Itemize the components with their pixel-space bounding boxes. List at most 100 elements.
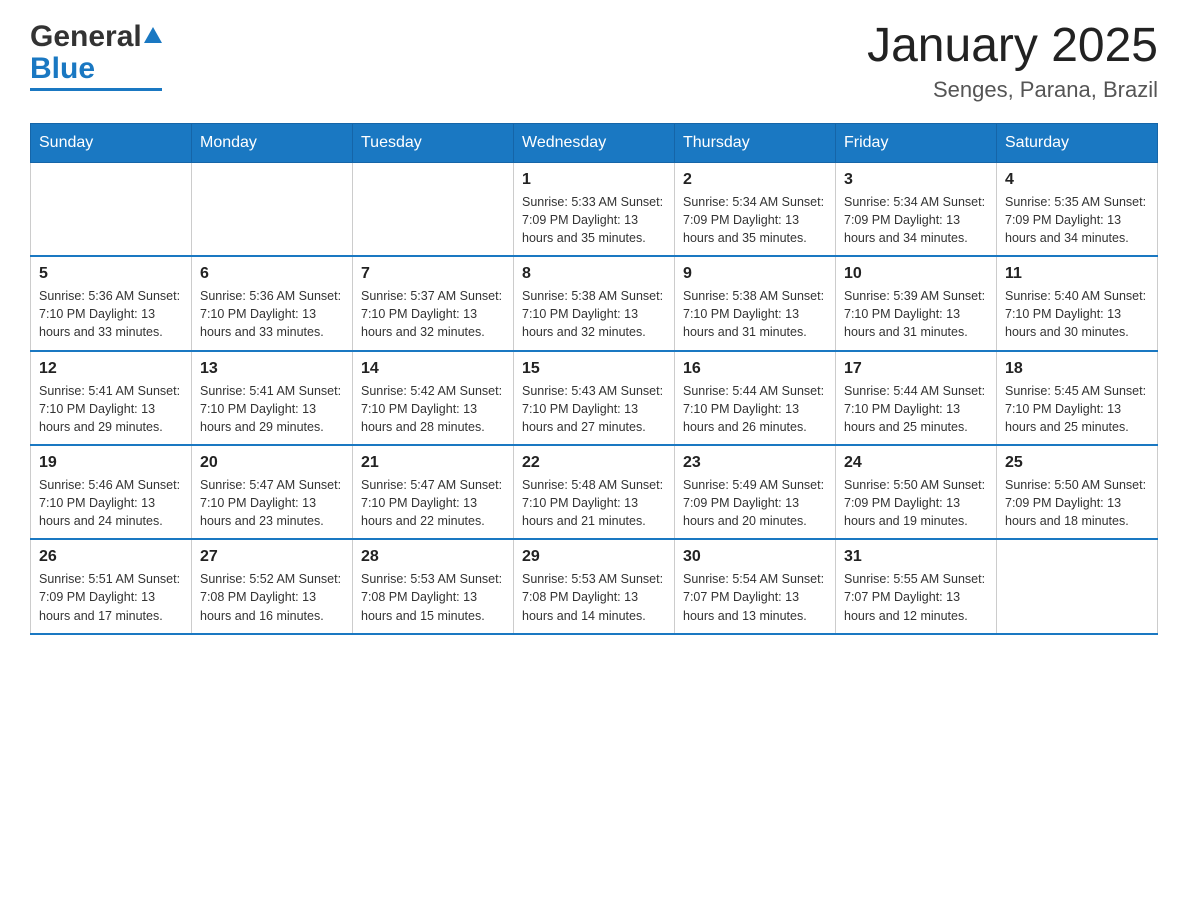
day-info: Sunrise: 5:53 AM Sunset: 7:08 PM Dayligh… (522, 570, 666, 624)
day-of-week-friday: Friday (836, 123, 997, 162)
day-info: Sunrise: 5:40 AM Sunset: 7:10 PM Dayligh… (1005, 287, 1149, 341)
day-info: Sunrise: 5:54 AM Sunset: 7:07 PM Dayligh… (683, 570, 827, 624)
day-number: 5 (39, 265, 183, 283)
day-number: 9 (683, 265, 827, 283)
calendar-cell: 19 Sunrise: 5:46 AM Sunset: 7:10 PM Dayli… (31, 445, 192, 539)
day-info: Sunrise: 5:41 AM Sunset: 7:10 PM Dayligh… (39, 382, 183, 436)
day-info: Sunrise: 5:38 AM Sunset: 7:10 PM Dayligh… (522, 287, 666, 341)
day-number: 20 (200, 454, 344, 472)
day-of-week-monday: Monday (192, 123, 353, 162)
day-of-week-saturday: Saturday (997, 123, 1158, 162)
day-number: 23 (683, 454, 827, 472)
day-number: 4 (1005, 171, 1149, 189)
calendar-cell: 29 Sunrise: 5:53 AM Sunset: 7:08 PM Dayli… (514, 539, 675, 633)
logo-general-text: General (30, 20, 142, 54)
calendar-cell: 6 Sunrise: 5:36 AM Sunset: 7:10 PM Daylig… (192, 256, 353, 350)
calendar-cell (192, 162, 353, 256)
page-header: General Blue January 2025 Senges, Parana… (30, 20, 1158, 103)
logo: General Blue (30, 20, 162, 91)
day-info: Sunrise: 5:36 AM Sunset: 7:10 PM Dayligh… (200, 287, 344, 341)
day-number: 16 (683, 360, 827, 378)
day-number: 3 (844, 171, 988, 189)
week-row-1: 1 Sunrise: 5:33 AM Sunset: 7:09 PM Daylig… (31, 162, 1158, 256)
day-number: 25 (1005, 454, 1149, 472)
day-number: 1 (522, 171, 666, 189)
calendar-cell (31, 162, 192, 256)
page-title: January 2025 (867, 20, 1158, 73)
calendar-header: SundayMondayTuesdayWednesdayThursdayFrid… (31, 123, 1158, 162)
week-row-4: 19 Sunrise: 5:46 AM Sunset: 7:10 PM Dayli… (31, 445, 1158, 539)
calendar-cell: 22 Sunrise: 5:48 AM Sunset: 7:10 PM Dayli… (514, 445, 675, 539)
day-number: 29 (522, 548, 666, 566)
calendar-cell: 26 Sunrise: 5:51 AM Sunset: 7:09 PM Dayli… (31, 539, 192, 633)
day-number: 26 (39, 548, 183, 566)
day-number: 18 (1005, 360, 1149, 378)
day-number: 28 (361, 548, 505, 566)
day-info: Sunrise: 5:49 AM Sunset: 7:09 PM Dayligh… (683, 476, 827, 530)
calendar-cell: 9 Sunrise: 5:38 AM Sunset: 7:10 PM Daylig… (675, 256, 836, 350)
calendar-cell: 13 Sunrise: 5:41 AM Sunset: 7:10 PM Dayli… (192, 351, 353, 445)
day-number: 6 (200, 265, 344, 283)
day-number: 19 (39, 454, 183, 472)
day-info: Sunrise: 5:35 AM Sunset: 7:09 PM Dayligh… (1005, 193, 1149, 247)
day-number: 31 (844, 548, 988, 566)
calendar-cell: 3 Sunrise: 5:34 AM Sunset: 7:09 PM Daylig… (836, 162, 997, 256)
calendar-cell (353, 162, 514, 256)
calendar-cell: 14 Sunrise: 5:42 AM Sunset: 7:10 PM Dayli… (353, 351, 514, 445)
day-number: 22 (522, 454, 666, 472)
calendar-cell: 2 Sunrise: 5:34 AM Sunset: 7:09 PM Daylig… (675, 162, 836, 256)
calendar-cell: 17 Sunrise: 5:44 AM Sunset: 7:10 PM Dayli… (836, 351, 997, 445)
day-info: Sunrise: 5:50 AM Sunset: 7:09 PM Dayligh… (844, 476, 988, 530)
day-info: Sunrise: 5:45 AM Sunset: 7:10 PM Dayligh… (1005, 382, 1149, 436)
calendar-cell: 31Sunrise: 5:55 AM Sunset: 7:07 PM Dayli… (836, 539, 997, 633)
day-number: 24 (844, 454, 988, 472)
calendar-cell: 23 Sunrise: 5:49 AM Sunset: 7:09 PM Dayli… (675, 445, 836, 539)
calendar-cell: 5Sunrise: 5:36 AM Sunset: 7:10 PM Daylig… (31, 256, 192, 350)
calendar-cell: 18 Sunrise: 5:45 AM Sunset: 7:10 PM Dayli… (997, 351, 1158, 445)
calendar-cell: 11 Sunrise: 5:40 AM Sunset: 7:10 PM Dayli… (997, 256, 1158, 350)
day-info: Sunrise: 5:50 AM Sunset: 7:09 PM Dayligh… (1005, 476, 1149, 530)
day-info: Sunrise: 5:44 AM Sunset: 7:10 PM Dayligh… (844, 382, 988, 436)
day-number: 13 (200, 360, 344, 378)
calendar-cell: 7 Sunrise: 5:37 AM Sunset: 7:10 PM Daylig… (353, 256, 514, 350)
calendar-cell: 20Sunrise: 5:47 AM Sunset: 7:10 PM Dayli… (192, 445, 353, 539)
day-info: Sunrise: 5:51 AM Sunset: 7:09 PM Dayligh… (39, 570, 183, 624)
calendar-cell: 25 Sunrise: 5:50 AM Sunset: 7:09 PM Dayli… (997, 445, 1158, 539)
calendar-cell: 8 Sunrise: 5:38 AM Sunset: 7:10 PM Daylig… (514, 256, 675, 350)
calendar-cell: 15Sunrise: 5:43 AM Sunset: 7:10 PM Dayli… (514, 351, 675, 445)
day-info: Sunrise: 5:42 AM Sunset: 7:10 PM Dayligh… (361, 382, 505, 436)
calendar-table: SundayMondayTuesdayWednesdayThursdayFrid… (30, 123, 1158, 635)
day-number: 10 (844, 265, 988, 283)
day-of-week-wednesday: Wednesday (514, 123, 675, 162)
week-row-2: 5 Sunrise: 5:36 AM Sunset: 7:10 PM Daylig… (31, 256, 1158, 350)
title-block: January 2025 Senges, Parana, Brazil (867, 20, 1158, 103)
calendar-body: 1 Sunrise: 5:33 AM Sunset: 7:09 PM Daylig… (31, 162, 1158, 633)
day-number: 17 (844, 360, 988, 378)
calendar-cell: 28Sunrise: 5:53 AM Sunset: 7:08 PM Dayli… (353, 539, 514, 633)
calendar-cell: 30 Sunrise: 5:54 AM Sunset: 7:07 PM Dayli… (675, 539, 836, 633)
day-info: Sunrise: 5:38 AM Sunset: 7:10 PM Dayligh… (683, 287, 827, 341)
day-number: 30 (683, 548, 827, 566)
calendar-cell: 16Sunrise: 5:44 AM Sunset: 7:10 PM Dayli… (675, 351, 836, 445)
day-number: 11 (1005, 265, 1149, 283)
day-info: Sunrise: 5:34 AM Sunset: 7:09 PM Dayligh… (844, 193, 988, 247)
day-number: 21 (361, 454, 505, 472)
day-info: Sunrise: 5:34 AM Sunset: 7:09 PM Dayligh… (683, 193, 827, 247)
day-number: 14 (361, 360, 505, 378)
calendar-cell (997, 539, 1158, 633)
calendar-cell: 27Sunrise: 5:52 AM Sunset: 7:08 PM Dayli… (192, 539, 353, 633)
calendar-cell: 12Sunrise: 5:41 AM Sunset: 7:10 PM Dayli… (31, 351, 192, 445)
day-info: Sunrise: 5:48 AM Sunset: 7:10 PM Dayligh… (522, 476, 666, 530)
days-of-week-row: SundayMondayTuesdayWednesdayThursdayFrid… (31, 123, 1158, 162)
day-info: Sunrise: 5:33 AM Sunset: 7:09 PM Dayligh… (522, 193, 666, 247)
day-number: 7 (361, 265, 505, 283)
day-number: 2 (683, 171, 827, 189)
calendar-cell: 4 Sunrise: 5:35 AM Sunset: 7:09 PM Daylig… (997, 162, 1158, 256)
logo-blue-text: Blue (30, 52, 95, 86)
day-info: Sunrise: 5:41 AM Sunset: 7:10 PM Dayligh… (200, 382, 344, 436)
day-number: 8 (522, 265, 666, 283)
day-info: Sunrise: 5:46 AM Sunset: 7:10 PM Dayligh… (39, 476, 183, 530)
day-info: Sunrise: 5:37 AM Sunset: 7:10 PM Dayligh… (361, 287, 505, 341)
day-number: 27 (200, 548, 344, 566)
page-subtitle: Senges, Parana, Brazil (867, 77, 1158, 103)
